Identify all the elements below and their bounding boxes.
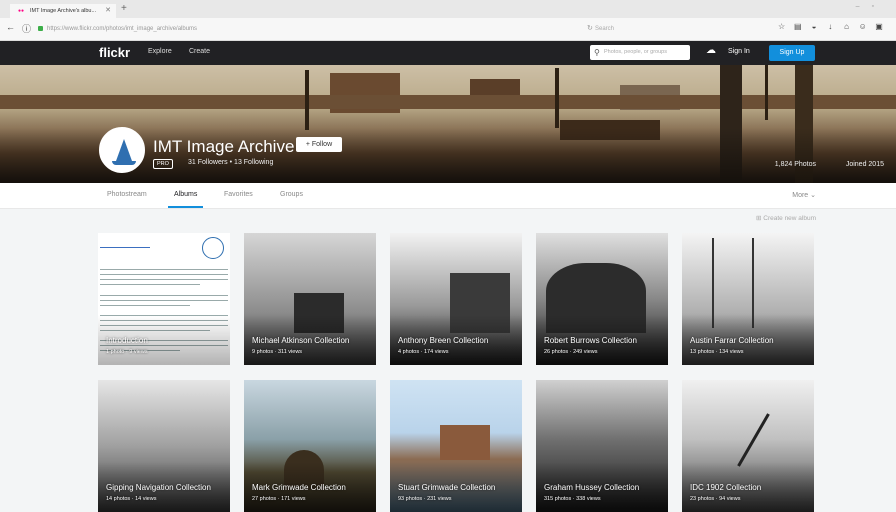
album-card[interactable]: IDC 1902 Collection 23 photos · 94 views [682, 380, 814, 512]
browser-tab[interactable]: ●● IMT Image Archive's albu... ✕ [10, 4, 116, 18]
album-card[interactable]: Michael Atkinson Collection 9 photos · 3… [244, 233, 376, 365]
album-title: Anthony Breen Collection [398, 336, 489, 345]
followers-link[interactable]: 31 Followers [188, 159, 228, 166]
search-input[interactable]: ⚲ Photos, people, or groups [590, 45, 690, 60]
url-field[interactable]: https://www.flickr.com/photos/imt_image_… [35, 22, 613, 36]
album-title: IDC 1902 Collection [690, 483, 762, 492]
album-stats: 23 photos · 94 views [690, 496, 741, 502]
album-stats: 27 photos · 171 views [252, 496, 306, 502]
flickr-header: flickr Explore Create ⚲ Photos, people, … [0, 41, 896, 65]
album-stats: 93 photos · 231 views [398, 496, 452, 502]
album-stats: 1 photo · 9 views [106, 349, 148, 355]
tab-title: IMT Image Archive's albu... [30, 8, 97, 14]
joined-date: Joined 2015 [845, 161, 884, 168]
profile-subnav: Photostream Albums Favorites Groups More… [0, 183, 896, 209]
back-icon[interactable]: ← [6, 22, 15, 32]
sign-up-button[interactable]: Sign Up [769, 45, 815, 61]
window-controls[interactable]: –▫ [856, 3, 886, 10]
album-title: Stuart Grimwade Collection [398, 483, 496, 492]
search-icon: ⚲ [594, 48, 600, 57]
album-title: Michael Atkinson Collection [252, 336, 350, 345]
album-card[interactable]: Austin Farrar Collection 13 photos · 134… [682, 233, 814, 365]
tab-favorites[interactable]: Favorites [224, 191, 253, 198]
album-stats: 26 photos · 249 views [544, 349, 598, 355]
album-title: Gipping Navigation Collection [106, 483, 211, 492]
pocket-icon[interactable]: ◒ [807, 22, 821, 31]
album-title: Robert Burrows Collection [544, 336, 637, 345]
album-stats: 9 photos · 311 views [252, 349, 303, 355]
lock-icon [38, 26, 43, 31]
profile-name: IMT Image Archive [153, 137, 295, 156]
album-card[interactable]: Robert Burrows Collection 26 photos · 24… [536, 233, 668, 365]
album-stats: 13 photos · 134 views [690, 349, 744, 355]
browser-search-field[interactable]: ↻ Search [587, 22, 785, 36]
flickr-favicon-icon: ●● [18, 8, 25, 14]
album-card[interactable]: Mark Grimwade Collection 27 photos · 171… [244, 380, 376, 512]
album-card[interactable]: Graham Hussey Collection 315 photos · 33… [536, 380, 668, 512]
album-stats: 14 photos · 14 views [106, 496, 157, 502]
follow-stats: 31 Followers • 13 Following [188, 159, 274, 166]
create-album-link[interactable]: ⊞ Create new album [756, 214, 816, 222]
album-title: Graham Hussey Collection [544, 483, 640, 492]
album-title: Introduction [106, 336, 148, 345]
browser-tab-bar: ●● IMT Image Archive's albu... ✕ + –▫ [0, 0, 896, 18]
more-menu[interactable]: More ⌄ [792, 191, 816, 199]
follow-button[interactable]: + Follow [296, 137, 342, 152]
upload-cloud-icon[interactable]: ☁ [706, 45, 716, 56]
cover-photo: IMT Image Archive + Follow PRO 31 Follow… [0, 65, 896, 183]
following-link[interactable]: 13 Following [234, 159, 273, 166]
tab-albums[interactable]: Albums [167, 191, 204, 208]
album-card[interactable]: Gipping Navigation Collection 14 photos … [98, 380, 230, 512]
nav-create[interactable]: Create [189, 48, 210, 55]
flickr-logo[interactable]: flickr [99, 45, 130, 60]
album-card[interactable]: Stuart Grimwade Collection 93 photos · 2… [390, 380, 522, 512]
album-stats: 315 photos · 338 views [544, 496, 601, 502]
close-tab-icon[interactable]: ✕ [105, 4, 111, 18]
nav-explore[interactable]: Explore [148, 48, 172, 55]
tab-photostream[interactable]: Photostream [107, 191, 147, 198]
album-title: Mark Grimwade Collection [252, 483, 346, 492]
smiley-icon[interactable]: ☺ [856, 22, 870, 31]
bookmark-star-icon[interactable]: ☆ [775, 22, 789, 31]
address-bar: ← ⓘ https://www.flickr.com/photos/imt_im… [0, 18, 896, 41]
avatar[interactable] [99, 127, 145, 173]
download-icon[interactable]: ↓ [823, 22, 837, 31]
extension-icon[interactable]: ▣ [872, 22, 886, 31]
album-title: Austin Farrar Collection [690, 336, 774, 345]
sign-in-link[interactable]: Sign In [728, 48, 750, 55]
clipboard-icon[interactable]: ▤ [791, 22, 805, 31]
photo-count: 1,824 Photos [774, 161, 816, 168]
home-icon[interactable]: ⌂ [840, 22, 854, 31]
reload-icon[interactable]: ↻ [587, 22, 593, 36]
toolbar-icons: ☆ ▤ ◒ ↓ ⌂ ☺ ▣ [775, 22, 886, 31]
album-stats: 4 photos · 174 views [398, 349, 449, 355]
new-tab-icon[interactable]: + [121, 3, 127, 14]
pro-badge: PRO [153, 159, 173, 169]
album-card[interactable]: Anthony Breen Collection 4 photos · 174 … [390, 233, 522, 365]
album-card[interactable]: Introduction 1 photo · 9 views [98, 233, 230, 365]
info-icon[interactable]: ⓘ [22, 22, 31, 35]
tab-groups[interactable]: Groups [280, 191, 303, 198]
